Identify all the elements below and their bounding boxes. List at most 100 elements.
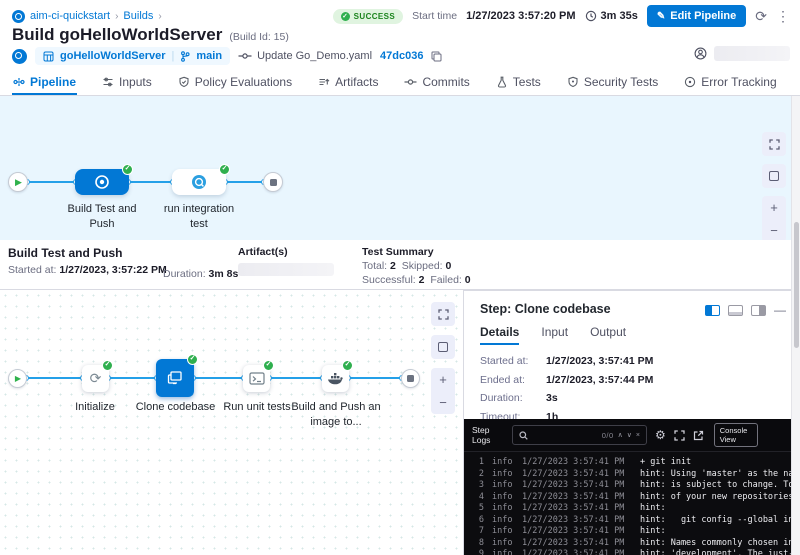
pencil-icon: ✎ (657, 11, 665, 22)
zoom-out-button[interactable]: − (762, 219, 786, 240)
search-clear-button[interactable]: × (636, 432, 640, 439)
edit-pipeline-button[interactable]: ✎ Edit Pipeline (647, 5, 746, 27)
page-scrollbar[interactable] (791, 96, 800, 555)
log-line-number: 3 (472, 480, 484, 492)
tab-input[interactable]: Input (541, 325, 568, 345)
search-prev-button[interactable]: ∧ (618, 431, 623, 439)
tab-inputs[interactable]: Inputs (101, 68, 153, 95)
page-title: Build goHelloWorldServer (12, 25, 222, 45)
breadcrumb-project[interactable]: aim-ci-quickstart (30, 10, 110, 22)
console-view-button[interactable]: Console View (714, 423, 758, 448)
step-logs-console: Step Logs 0/0 ∧ ∨ × ⚙ (464, 419, 791, 555)
search-next-button[interactable]: ∨ (627, 431, 632, 439)
step-node-run-unit-tests[interactable]: ✓ (243, 365, 270, 392)
canvas-fit-view-button[interactable] (762, 164, 786, 188)
field-duration: Duration: 3s (480, 392, 786, 404)
log-timestamp: 1/27/2023 3:57:41 PM (522, 515, 640, 527)
stage-end-node[interactable] (263, 172, 283, 192)
graph-connector (270, 377, 322, 379)
tab-label: Error Tracking (701, 75, 776, 89)
fullscreen-icon (438, 309, 449, 320)
log-fullscreen-button[interactable] (674, 430, 685, 441)
start-time-value: 1/27/2023 3:57:20 PM (466, 10, 575, 22)
scrollbar-thumb[interactable] (794, 222, 799, 348)
status-badge: ✓ SUCCESS (333, 9, 403, 24)
log-level: info (492, 457, 522, 469)
tab-policy-evaluations[interactable]: Policy Evaluations (177, 68, 293, 95)
log-body[interactable]: 1info1/27/2023 3:57:41 PM+ git init 2inf… (464, 452, 791, 555)
tab-artifacts[interactable]: Artifacts (317, 68, 379, 95)
breadcrumb-builds[interactable]: Builds (123, 10, 153, 22)
stage-node-run-integration-test[interactable]: ✓ (172, 169, 226, 195)
log-search-input[interactable] (532, 430, 598, 440)
tab-commits[interactable]: Commits (403, 68, 470, 95)
test-summary-label: Test Summary (362, 246, 471, 258)
graph-connector (129, 181, 172, 183)
log-line: 7info1/27/2023 3:57:41 PMhint: (472, 526, 791, 538)
graph-connector (28, 181, 75, 183)
step-node-clone-codebase[interactable]: ✓ (156, 359, 194, 397)
panel-minimize-button[interactable]: — (774, 303, 786, 317)
tab-label: Policy Evaluations (195, 75, 292, 89)
log-timestamp: 1/27/2023 3:57:41 PM (522, 526, 640, 538)
test-summary-line1: Total: 2 Skipped: 0 (362, 260, 471, 272)
field-started-at: Started at: 1/27/2023, 3:57:41 PM (480, 355, 786, 367)
layout-split-bottom-button[interactable] (728, 305, 743, 316)
canvas-fullscreen-button[interactable] (762, 132, 786, 156)
layout-expand-panel-button[interactable] (751, 305, 766, 316)
step-graph-canvas: ▶ ⟳ ✓ ✓ ✓ ✓ Initialize Clone (0, 290, 463, 555)
log-message: hint: Using 'master' as the name for th (640, 469, 791, 481)
canvas-zoom-controls: + − (431, 368, 455, 414)
zoom-in-button[interactable]: + (762, 196, 786, 219)
repo-chip[interactable]: goHelloWorldServer | main (35, 47, 230, 65)
successful-value: 2 (419, 274, 425, 286)
zoom-out-button[interactable]: − (431, 391, 455, 414)
stage-node-build-test-and-push[interactable]: ✓ (75, 169, 129, 195)
layout-split-right-button[interactable] (705, 305, 720, 316)
total-value: 2 (390, 260, 396, 272)
tab-label: Tests (513, 75, 541, 89)
tab-output[interactable]: Output (590, 325, 626, 345)
tab-security-tests[interactable]: Security Tests (566, 68, 659, 95)
tab-details[interactable]: Details (480, 325, 519, 345)
stage-success-check-icon: ✓ (219, 164, 230, 175)
edit-pipeline-label: Edit Pipeline (670, 10, 736, 22)
step-node-build-and-push[interactable]: ✓ (322, 365, 349, 392)
commit-info: Update Go_Demo.yaml (238, 50, 372, 62)
total-label: Total: (362, 260, 387, 272)
ci-stage-icon (94, 174, 110, 190)
step-node-initialize[interactable]: ⟳ ✓ (82, 365, 109, 392)
step-node-label: Build and Push an image to... (288, 400, 384, 430)
step-success-check-icon: ✓ (342, 360, 353, 371)
log-line: 3info1/27/2023 3:57:41 PMhint: is subjec… (472, 480, 791, 492)
artifacts-label: Artifact(s) (238, 246, 334, 258)
repo-row: goHelloWorldServer | main Update Go_Demo… (12, 47, 442, 65)
step-start-node[interactable]: ▶ (8, 369, 27, 388)
step-detail-fields: Started at: 1/27/2023, 3:57:41 PM Ended … (480, 355, 786, 429)
tab-pipeline[interactable]: Pipeline (12, 68, 77, 95)
log-line: 5info1/27/2023 3:57:41 PMhint: (472, 503, 791, 515)
zoom-in-button[interactable]: + (431, 368, 455, 391)
tab-tests[interactable]: Tests (495, 68, 542, 95)
refresh-button[interactable]: ⟳ (755, 9, 767, 23)
step-end-node[interactable] (401, 369, 420, 388)
canvas-fullscreen-button[interactable] (431, 302, 455, 326)
canvas-fit-view-button[interactable] (431, 335, 455, 359)
copy-icon[interactable] (431, 51, 442, 62)
commit-icon (238, 51, 252, 61)
more-options-button[interactable]: ⋮ (776, 9, 790, 23)
tab-error-tracking[interactable]: Error Tracking (683, 68, 777, 95)
log-timestamp: 1/27/2023 3:57:41 PM (522, 538, 640, 550)
commits-tab-icon (404, 77, 417, 87)
stage-start-node[interactable]: ▶ (8, 172, 28, 192)
field-label: Duration: (480, 392, 546, 404)
step-node-label: Clone codebase (128, 400, 223, 415)
stage-started-at: Started at: 1/27/2023, 3:57:22 PM (8, 264, 167, 276)
log-message: hint: of your new repositories, which w (640, 492, 791, 504)
duration-label: Duration: (163, 268, 206, 280)
log-settings-button[interactable]: ⚙ (655, 429, 666, 441)
stage-summary-main: Build Test and Push Started at: 1/27/202… (8, 246, 167, 276)
log-line-number: 4 (472, 492, 484, 504)
log-open-new-tab-button[interactable] (693, 430, 704, 441)
commit-sha-link[interactable]: 47dc036 (380, 50, 423, 62)
